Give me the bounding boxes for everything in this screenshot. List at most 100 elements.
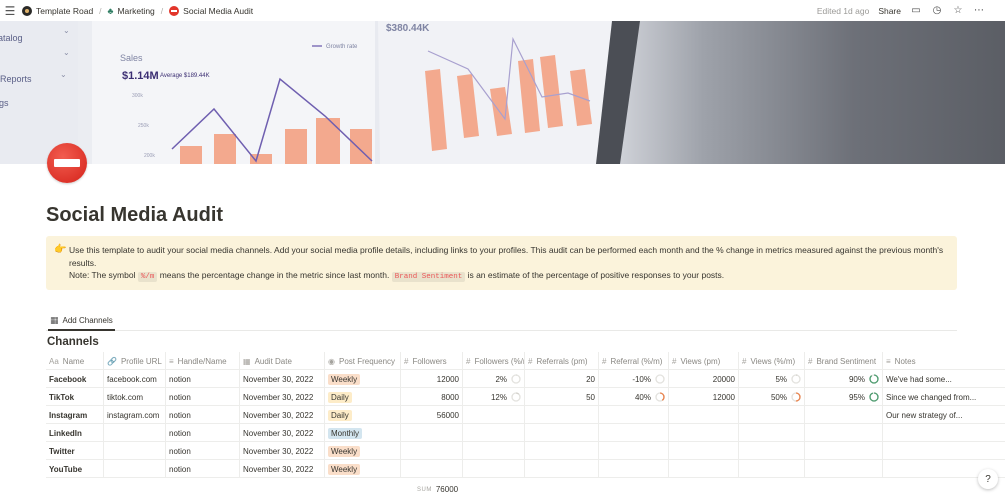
notes-cell[interactable] xyxy=(883,424,985,442)
share-button[interactable]: Share xyxy=(878,6,901,16)
followers-sum[interactable]: SUM 76000 xyxy=(417,485,458,494)
views-change-cell[interactable] xyxy=(739,406,805,424)
column-header-brand-sentiment[interactable]: # Brand Sentiment xyxy=(805,352,883,370)
handle-cell[interactable]: notion xyxy=(166,460,240,478)
handle-cell[interactable]: notion xyxy=(166,388,240,406)
followers-change-cell[interactable] xyxy=(463,460,525,478)
page-stop-sign-icon[interactable] xyxy=(47,143,87,183)
comment-icon[interactable]: ▭ xyxy=(910,5,922,16)
handle-cell[interactable]: notion xyxy=(166,424,240,442)
notes-cell[interactable]: Since we changed from... xyxy=(883,388,985,406)
referral-change-cell[interactable]: -10% xyxy=(599,370,669,388)
audit-date-cell[interactable]: November 30, 2022 xyxy=(240,388,325,406)
profile-url-cell[interactable] xyxy=(104,424,166,442)
views-cell[interactable] xyxy=(669,442,739,460)
column-header-notes[interactable]: ≡ Notes xyxy=(883,352,985,370)
audit-date-cell[interactable]: November 30, 2022 xyxy=(240,370,325,388)
name-cell[interactable]: Instagram xyxy=(46,406,104,424)
post-frequency-cell[interactable]: Daily xyxy=(325,406,401,424)
column-header-post-frequency[interactable]: ◉ Post Frequency xyxy=(325,352,401,370)
profile-url-cell[interactable]: tiktok.com xyxy=(104,388,166,406)
page-title[interactable]: Social Media Audit xyxy=(46,204,223,227)
followers-cell[interactable] xyxy=(401,460,463,478)
column-header-followers[interactable]: # Followers xyxy=(401,352,463,370)
brand-sentiment-cell[interactable] xyxy=(805,424,883,442)
followers-change-cell[interactable] xyxy=(463,424,525,442)
column-header-views-m[interactable]: # Views (%/m) xyxy=(739,352,805,370)
audit-date-cell[interactable]: November 30, 2022 xyxy=(240,460,325,478)
audit-date-cell[interactable]: November 30, 2022 xyxy=(240,442,325,460)
name-cell[interactable]: Facebook xyxy=(46,370,104,388)
referral-change-cell[interactable] xyxy=(599,442,669,460)
column-header-handle-name[interactable]: ≡ Handle/Name xyxy=(166,352,240,370)
column-header-name[interactable]: Aa Name xyxy=(46,352,104,370)
followers-change-cell[interactable]: 2% xyxy=(463,370,525,388)
followers-cell[interactable]: 8000 xyxy=(401,388,463,406)
profile-url-cell[interactable] xyxy=(104,442,166,460)
database-title[interactable]: Channels xyxy=(47,336,99,348)
handle-cell[interactable]: notion xyxy=(166,406,240,424)
notes-cell[interactable]: Our new strategy of... xyxy=(883,406,985,424)
post-frequency-cell[interactable]: Monthly xyxy=(325,424,401,442)
followers-cell[interactable] xyxy=(401,424,463,442)
views-change-cell[interactable] xyxy=(739,424,805,442)
help-button[interactable]: ? xyxy=(978,469,998,489)
column-header-views-pm[interactable]: # Views (pm) xyxy=(669,352,739,370)
name-cell[interactable]: LinkedIn xyxy=(46,424,104,442)
post-frequency-cell[interactable]: Weekly xyxy=(325,370,401,388)
handle-cell[interactable]: notion xyxy=(166,442,240,460)
audit-date-cell[interactable]: November 30, 2022 xyxy=(240,406,325,424)
views-cell[interactable] xyxy=(669,460,739,478)
more-options-icon[interactable]: ⋯ xyxy=(973,5,985,16)
post-frequency-cell[interactable]: Daily xyxy=(325,388,401,406)
table-row[interactable]: YouTube notion November 30, 2022 Weekly xyxy=(46,460,1005,478)
cover-image[interactable]: atalog ⌄ ⌄ Reports ⌄ gs Sales $1.14M Ave… xyxy=(0,21,1005,164)
table-row[interactable]: Twitter notion November 30, 2022 Weekly xyxy=(46,442,1005,460)
followers-change-cell[interactable] xyxy=(463,442,525,460)
brand-sentiment-cell[interactable] xyxy=(805,442,883,460)
table-row[interactable]: TikTok tiktok.com notion November 30, 2022 D… xyxy=(46,388,1005,406)
referrals-cell[interactable] xyxy=(525,442,599,460)
brand-sentiment-cell[interactable]: 95% xyxy=(805,388,883,406)
followers-cell[interactable]: 12000 xyxy=(401,370,463,388)
table-row[interactable]: Instagram instagram.com notion November 30,… xyxy=(46,406,1005,424)
audit-date-cell[interactable]: November 30, 2022 xyxy=(240,424,325,442)
brand-sentiment-cell[interactable] xyxy=(805,460,883,478)
favorite-star-icon[interactable]: ☆ xyxy=(952,5,964,16)
views-change-cell[interactable]: 5% xyxy=(739,370,805,388)
table-row[interactable]: LinkedIn notion November 30, 2022 Monthly xyxy=(46,424,1005,442)
tab-add-channels[interactable]: ▦ Add Channels xyxy=(48,314,115,331)
instructions-callout[interactable]: 👉 Use this template to audit your social… xyxy=(46,236,957,290)
sidebar-menu-icon[interactable]: ☰ xyxy=(0,0,20,21)
brand-sentiment-cell[interactable] xyxy=(805,406,883,424)
profile-url-cell[interactable]: instagram.com xyxy=(104,406,166,424)
views-cell[interactable] xyxy=(669,406,739,424)
column-header-referral-m[interactable]: # Referral (%/m) xyxy=(599,352,669,370)
profile-url-cell[interactable] xyxy=(104,460,166,478)
referral-change-cell[interactable] xyxy=(599,406,669,424)
brand-sentiment-cell[interactable]: 90% xyxy=(805,370,883,388)
column-header-referrals-pm[interactable]: # Referrals (pm) xyxy=(525,352,599,370)
breadcrumb-item-workspace[interactable]: Template Road xyxy=(22,5,93,16)
name-cell[interactable]: TikTok xyxy=(46,388,104,406)
post-frequency-cell[interactable]: Weekly xyxy=(325,460,401,478)
views-change-cell[interactable]: 50% xyxy=(739,388,805,406)
referral-change-cell[interactable] xyxy=(599,424,669,442)
name-cell[interactable]: YouTube xyxy=(46,460,104,478)
referrals-cell[interactable] xyxy=(525,460,599,478)
referral-change-cell[interactable] xyxy=(599,460,669,478)
post-frequency-cell[interactable]: Weekly xyxy=(325,442,401,460)
followers-change-cell[interactable]: 12% xyxy=(463,388,525,406)
referrals-cell[interactable] xyxy=(525,406,599,424)
referrals-cell[interactable]: 50 xyxy=(525,388,599,406)
notes-cell[interactable] xyxy=(883,442,985,460)
referral-change-cell[interactable]: 40% xyxy=(599,388,669,406)
breadcrumb-item-current[interactable]: Social Media Audit xyxy=(169,5,253,16)
column-header-profile-url[interactable]: 🔗 Profile URL xyxy=(104,352,166,370)
views-change-cell[interactable] xyxy=(739,442,805,460)
referrals-cell[interactable]: 20 xyxy=(525,370,599,388)
views-cell[interactable]: 12000 xyxy=(669,388,739,406)
notes-cell[interactable] xyxy=(883,460,985,478)
referrals-cell[interactable] xyxy=(525,424,599,442)
column-header-audit-date[interactable]: ▦ Audit Date xyxy=(240,352,325,370)
